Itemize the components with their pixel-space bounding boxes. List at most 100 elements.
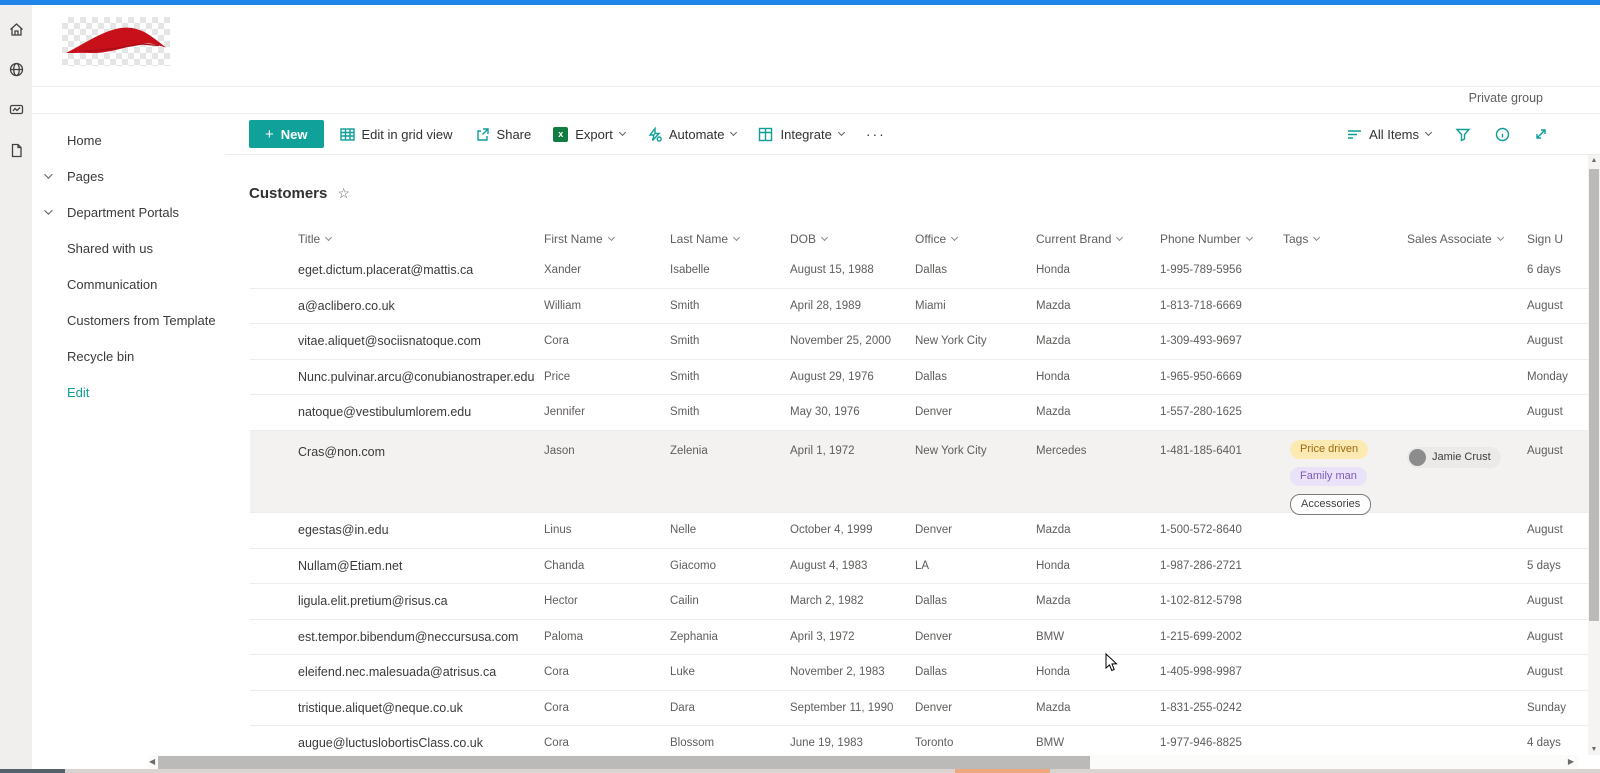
table-row[interactable]: eget.dictum.placerat@mattis.ca Xander Is… xyxy=(250,253,1588,289)
cell-title[interactable]: Nullam@Etiam.net xyxy=(298,559,544,573)
chevron-down-icon[interactable] xyxy=(44,206,53,215)
table-row[interactable]: eleifend.nec.malesuada@atrisus.ca Cora L… xyxy=(250,655,1588,691)
cell-first-name: Cora xyxy=(544,666,569,679)
header-divider xyxy=(32,86,1600,87)
column-header-current-brand[interactable]: Current Brand xyxy=(1036,225,1160,253)
table-row[interactable]: est.tempor.bibendum@neccursusa.com Palom… xyxy=(250,620,1588,655)
cell-title[interactable]: est.tempor.bibendum@neccursusa.com xyxy=(298,630,544,644)
scroll-left-arrow[interactable]: ◀ xyxy=(149,757,155,766)
new-button[interactable]: + New xyxy=(249,120,324,148)
cell-first-name: Linus xyxy=(544,524,572,537)
column-header-office[interactable]: Office xyxy=(915,225,1036,253)
news-icon[interactable] xyxy=(8,101,25,118)
site-logo[interactable] xyxy=(62,17,170,66)
cell-title[interactable]: Nunc.pulvinar.arcu@conubianostraper.edu xyxy=(298,370,544,384)
sidebar-item-recycle-bin[interactable]: Recycle bin xyxy=(32,338,225,374)
chevron-down-icon xyxy=(1116,233,1124,242)
horizontal-scrollbar[interactable]: ◀ ▶ xyxy=(148,755,1578,770)
table-row[interactable]: tristique.aliquet@neque.co.uk Cora Dara … xyxy=(250,691,1588,726)
globe-icon[interactable] xyxy=(8,61,25,78)
cell-title[interactable]: vitae.aliquet@sociisnatoque.com xyxy=(298,334,544,348)
column-header-sign-up[interactable]: Sign U xyxy=(1527,225,1588,253)
info-icon[interactable] xyxy=(1495,127,1510,142)
integrate-button[interactable]: Integrate xyxy=(758,127,845,142)
column-header-phone-number[interactable]: Phone Number xyxy=(1160,225,1283,253)
sidebar-item-shared-with-us[interactable]: Shared with us xyxy=(32,230,225,266)
share-button[interactable]: Share xyxy=(475,127,531,142)
chevron-down-icon xyxy=(732,233,741,242)
sidebar-item-customers-from-template[interactable]: Customers from Template xyxy=(32,302,225,338)
table-row[interactable]: Nullam@Etiam.net Chanda Giacomo August 4… xyxy=(250,549,1588,584)
automate-button[interactable]: Automate xyxy=(647,126,738,142)
cell-current-brand: Mazda xyxy=(1036,701,1071,714)
home-icon[interactable] xyxy=(8,21,25,38)
cell-title[interactable]: eleifend.nec.malesuada@atrisus.ca xyxy=(298,665,544,679)
favorite-star-icon[interactable]: ☆ xyxy=(337,185,350,202)
scroll-right-arrow[interactable]: ▶ xyxy=(1568,757,1574,766)
view-list-icon xyxy=(1347,128,1362,141)
cell-current-brand: Mazda xyxy=(1036,524,1071,537)
edit-in-grid-view-button[interactable]: Edit in grid view xyxy=(339,127,453,142)
cell-phone-number: 1-995-789-5956 xyxy=(1160,264,1242,277)
vertical-scrollbar[interactable]: ▲ ▼ xyxy=(1588,155,1600,755)
more-commands-button[interactable]: ··· xyxy=(866,126,886,142)
cell-first-name: Hector xyxy=(544,595,578,608)
table-row[interactable]: a@aclibero.co.uk William Smith April 28,… xyxy=(250,289,1588,324)
cell-phone-number: 1-481-185-6401 xyxy=(1160,444,1242,457)
cell-last-name: Zephania xyxy=(670,630,718,643)
cell-title[interactable]: ligula.elit.pretium@risus.ca xyxy=(298,594,544,608)
table-row[interactable]: ligula.elit.pretium@risus.ca Hector Cail… xyxy=(250,584,1588,620)
cell-last-name: Smith xyxy=(670,335,700,348)
export-button[interactable]: x Export xyxy=(553,126,626,142)
sidebar-item-communication[interactable]: Communication xyxy=(32,266,225,302)
cell-title[interactable]: natoque@vestibulumlorem.edu xyxy=(298,405,544,419)
expand-icon[interactable] xyxy=(1534,127,1548,141)
chevron-down-icon[interactable] xyxy=(44,170,53,179)
vertical-scroll-thumb[interactable] xyxy=(1589,169,1599,621)
sidebar-item-department-portals[interactable]: Department Portals xyxy=(32,194,225,230)
horizontal-scroll-thumb[interactable] xyxy=(158,756,1090,769)
sales-associate-chip[interactable]: Jamie Crust xyxy=(1407,446,1501,468)
column-header-last-name[interactable]: Last Name xyxy=(670,225,790,253)
table-row[interactable]: vitae.aliquet@sociisnatoque.com Cora Smi… xyxy=(250,324,1588,360)
cell-last-name: Luke xyxy=(670,666,695,679)
chevron-down-icon xyxy=(837,128,845,137)
cell-title[interactable]: egestas@in.edu xyxy=(298,523,544,537)
column-header-title[interactable]: Title xyxy=(298,225,544,253)
scroll-up-arrow[interactable]: ▲ xyxy=(1588,157,1600,164)
table-row[interactable]: Nunc.pulvinar.arcu@conubianostraper.edu … xyxy=(250,360,1588,395)
cell-sign-up: August xyxy=(1527,335,1563,348)
cell-title[interactable]: augue@luctuslobortisClass.co.uk xyxy=(298,736,544,750)
column-header-tags[interactable]: Tags xyxy=(1283,225,1407,253)
cell-first-name: Jason xyxy=(544,444,575,457)
sidebar-item-home[interactable]: Home xyxy=(32,122,225,158)
cell-phone-number: 1-813-718-6669 xyxy=(1160,299,1242,312)
cell-title[interactable]: tristique.aliquet@neque.co.uk xyxy=(298,701,544,715)
column-header-sales-associate[interactable]: Sales Associate xyxy=(1407,225,1527,253)
chevron-down-icon xyxy=(1424,128,1433,137)
cell-title[interactable]: eget.dictum.placerat@mattis.ca xyxy=(298,263,544,277)
filter-icon[interactable] xyxy=(1455,127,1471,142)
tag-pill: Accessories xyxy=(1290,493,1372,516)
view-selector[interactable]: All Items xyxy=(1347,127,1433,142)
column-header-dob[interactable]: DOB xyxy=(790,225,915,253)
table-row[interactable]: augue@luctuslobortisClass.co.uk Cora Blo… xyxy=(250,726,1588,755)
sidebar-edit-link[interactable]: Edit xyxy=(32,374,225,410)
cell-title[interactable]: a@aclibero.co.uk xyxy=(298,299,544,313)
column-header-first-name[interactable]: First Name xyxy=(544,225,670,253)
table-row[interactable]: Cras@non.com Jason Zelenia April 1, 1972… xyxy=(250,430,1588,516)
table-row[interactable]: natoque@vestibulumlorem.edu Jennifer Smi… xyxy=(250,395,1588,431)
cell-first-name: Chanda xyxy=(544,559,585,572)
document-icon[interactable] xyxy=(8,142,25,159)
sidebar-item-pages[interactable]: Pages xyxy=(32,158,225,194)
cell-current-brand: Honda xyxy=(1036,370,1070,383)
cell-title[interactable]: Cras@non.com xyxy=(298,440,544,459)
cell-dob: April 28, 1989 xyxy=(790,299,861,312)
page-title: Customers xyxy=(249,185,328,202)
side-navigation: Home Pages Department Portals Shared wit… xyxy=(32,114,225,755)
table-row[interactable]: egestas@in.edu Linus Nelle October 4, 19… xyxy=(250,513,1588,549)
cell-phone-number: 1-831-255-0242 xyxy=(1160,701,1242,714)
scroll-down-arrow[interactable]: ▼ xyxy=(1588,746,1600,753)
cell-last-name: Zelenia xyxy=(670,444,708,457)
cell-sign-up: 4 days xyxy=(1527,737,1561,750)
